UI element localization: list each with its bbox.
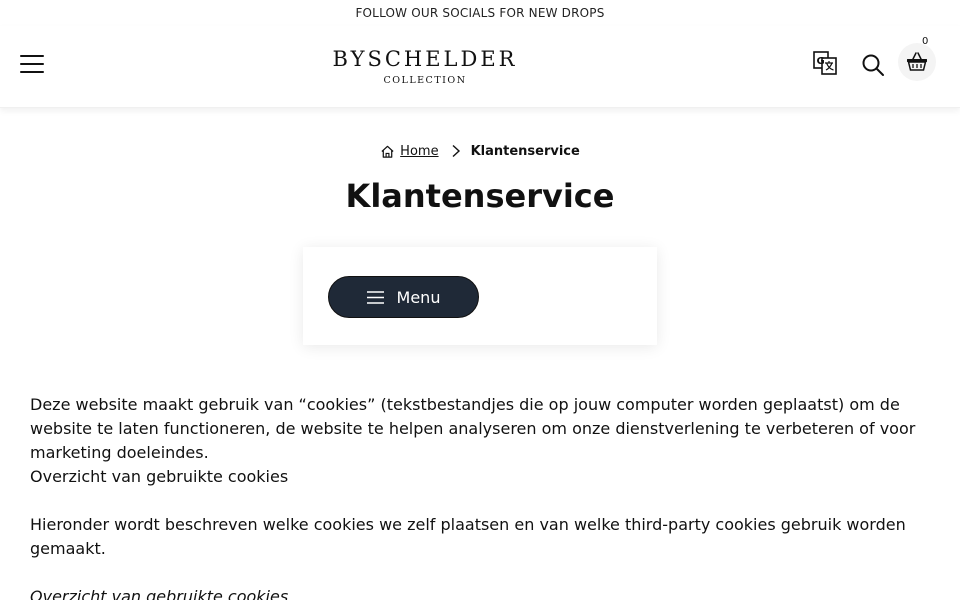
search-icon[interactable] (861, 53, 885, 77)
page-title: Klantenservice (345, 177, 615, 215)
paragraph-description: Hieronder wordt beschreven welke cookies… (30, 515, 906, 558)
menu-button-label: Menu (396, 287, 441, 307)
hamburger-icon[interactable] (20, 55, 44, 77)
basket-icon (907, 52, 927, 71)
breadcrumb-home-link[interactable]: Home (400, 144, 438, 159)
cart-button[interactable] (898, 43, 936, 81)
chevron-right-icon (452, 144, 460, 158)
paragraph-overview-heading: Overzicht van gebruikte cookies (30, 467, 289, 486)
breadcrumb: Home Klantenservice (0, 141, 960, 161)
paragraph-overview-italic: Overzicht van gebruikte cookies (30, 587, 289, 600)
home-icon (381, 145, 394, 158)
svg-text:G: G (817, 56, 825, 67)
announcement-bar: FOLLOW OUR SOCIALS FOR NEW DROPS (0, 0, 960, 26)
menu-button[interactable]: Menu (328, 276, 479, 318)
logo-main-text: BYSCHELDER (332, 47, 518, 71)
content-body: Deze website maakt gebruik van “cookies”… (30, 393, 930, 600)
paragraph-intro: Deze website maakt gebruik van “cookies”… (30, 395, 916, 462)
site-header: BYSCHELDER COLLECTION G 0 (0, 26, 960, 108)
breadcrumb-current: Klantenservice (470, 143, 580, 159)
menu-lines-icon (366, 290, 384, 304)
announcement-text: FOLLOW OUR SOCIALS FOR NEW DROPS (355, 6, 605, 20)
menu-card: Menu (303, 247, 657, 345)
translate-icon[interactable]: G (812, 50, 838, 76)
logo-sub-text: COLLECTION (383, 75, 467, 86)
cart-count-badge: 0 (922, 36, 929, 47)
logo[interactable]: BYSCHELDER COLLECTION (320, 46, 530, 88)
